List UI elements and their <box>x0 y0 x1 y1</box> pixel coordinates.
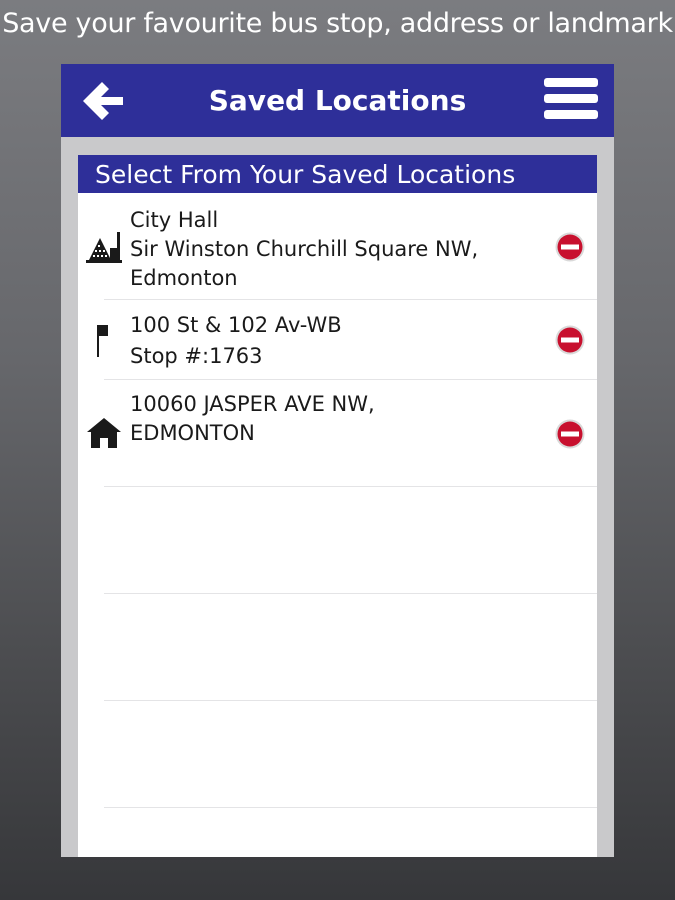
remove-location-button[interactable] <box>555 325 585 355</box>
landmark-building-icon <box>86 230 122 268</box>
empty-row <box>78 594 597 701</box>
saved-location-row[interactable]: 10060 JASPER AVE NW, EDMONTON <box>78 380 597 487</box>
remove-location-button[interactable] <box>555 419 585 449</box>
bus-stop-flag-icon <box>96 323 110 363</box>
arrow-left-icon <box>83 82 123 120</box>
row-divider <box>104 807 597 808</box>
saved-location-row[interactable]: 100 St & 102 Av-WB Stop #:1763 <box>78 300 597 380</box>
empty-row <box>78 701 597 808</box>
app-screen: Saved Locations Select From Your Saved L… <box>61 64 614 857</box>
location-details: City Hall Sir Winston Churchill Square N… <box>130 206 530 293</box>
stop-number: Stop #:1763 <box>130 344 263 368</box>
saved-locations-panel: Select From Your Saved Locations City Ha… <box>78 155 597 857</box>
back-button[interactable] <box>79 78 127 124</box>
location-details: 100 St & 102 Av-WB Stop #:1763 <box>130 310 530 372</box>
remove-minus-icon <box>555 419 585 449</box>
page-title: Saved Locations <box>208 84 467 117</box>
menu-button[interactable] <box>544 76 598 122</box>
remove-location-button[interactable] <box>555 232 585 262</box>
location-city: Edmonton <box>130 266 238 290</box>
address-line: 10060 JASPER AVE NW, <box>130 392 375 416</box>
remove-minus-icon <box>555 325 585 355</box>
location-details: 10060 JASPER AVE NW, EDMONTON <box>130 390 530 448</box>
address-city: EDMONTON <box>130 421 255 445</box>
remove-minus-icon <box>555 232 585 262</box>
location-address: Sir Winston Churchill Square NW, <box>130 237 479 261</box>
saved-location-row[interactable]: City Hall Sir Winston Churchill Square N… <box>78 193 597 300</box>
stop-name: 100 St & 102 Av-WB <box>130 313 342 337</box>
caption-text: Save your favourite bus stop, address or… <box>2 8 673 39</box>
empty-row <box>78 487 597 594</box>
location-name: City Hall <box>130 208 219 232</box>
house-icon <box>87 417 121 453</box>
section-header: Select From Your Saved Locations <box>78 155 597 193</box>
navigation-bar: Saved Locations <box>61 64 614 137</box>
